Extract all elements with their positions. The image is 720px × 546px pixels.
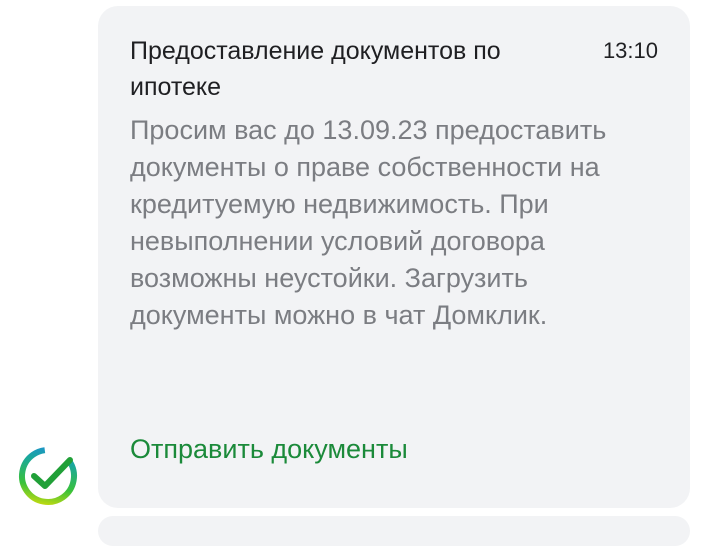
send-documents-button[interactable]: Отправить документы [130,431,408,467]
next-message-partial [98,516,690,546]
message-time: 13:10 [602,38,658,63]
message-body: Просим вас до 13.09.23 предоставить доку… [130,115,607,330]
notification-message: Предоставление документов по ипотеке 13:… [98,6,690,508]
sber-logo-icon [19,447,77,505]
message-title: Предоставление документов по ипотеке [130,37,501,101]
sender-avatar [12,440,84,512]
